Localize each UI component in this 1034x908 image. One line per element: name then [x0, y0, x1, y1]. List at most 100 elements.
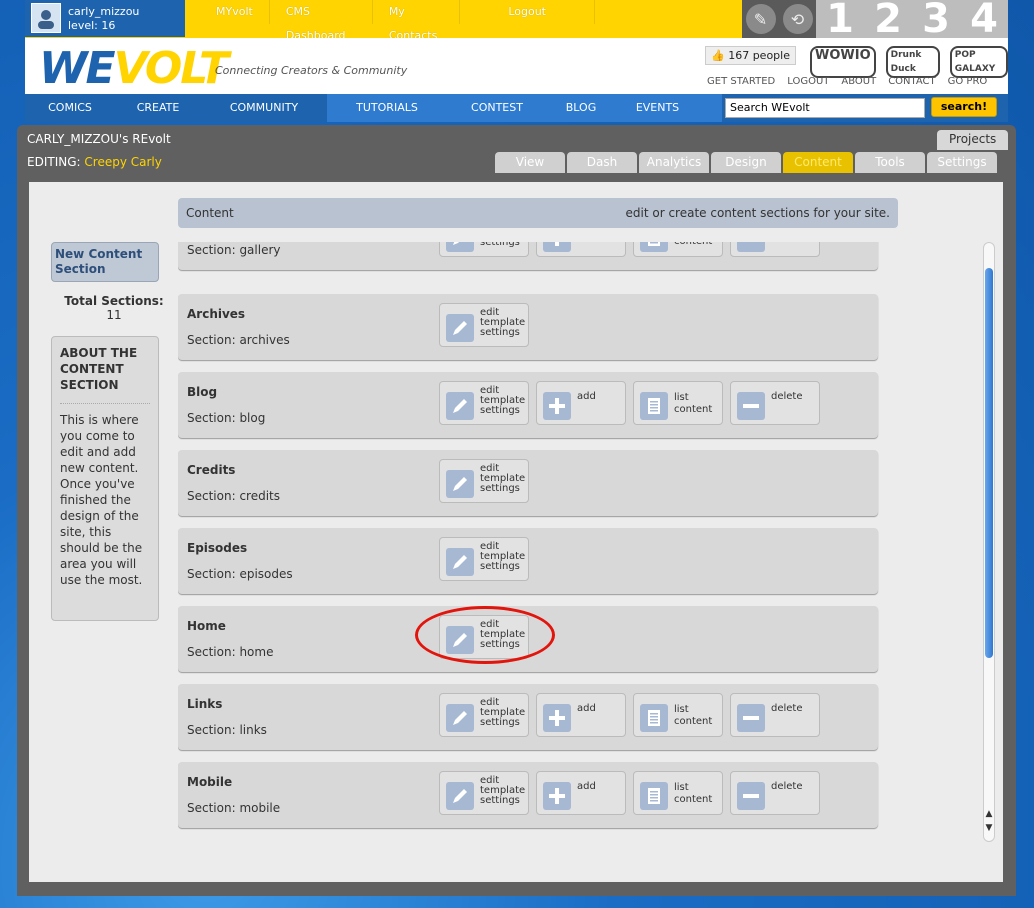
history-icon[interactable]: ⟲ [782, 4, 813, 34]
list-icon [640, 782, 668, 810]
projects-button[interactable]: Projects [937, 130, 1009, 150]
edit-template-button[interactable]: edit template settings [439, 537, 529, 581]
user-box[interactable]: carly_mizzou level: 16 [25, 0, 185, 37]
link-get-started[interactable]: GET STARTED [707, 76, 775, 87]
edit-template-button[interactable]: edit template settings [439, 381, 529, 425]
section-name: Links [187, 697, 223, 711]
wevolt-logo[interactable]: WEVOLT [39, 43, 229, 94]
level-number[interactable]: 1 [826, 0, 854, 39]
topnav-cms-dashboard[interactable]: CMS Dashboard [270, 0, 373, 42]
tab-content[interactable]: Content [783, 152, 853, 173]
list-content-button[interactable]: list content [633, 242, 723, 257]
link-contact[interactable]: CONTACT [888, 76, 935, 87]
delete-button[interactable]: delete [730, 381, 820, 425]
delete-button[interactable]: delete [730, 242, 820, 257]
delete-button[interactable]: delete [730, 693, 820, 737]
list-content-button[interactable]: list content [633, 771, 723, 815]
level-number[interactable]: 4 [970, 0, 998, 39]
add-button[interactable]: add [536, 693, 626, 737]
section-name: Blog [187, 385, 218, 399]
nav-comics[interactable]: COMICS [25, 94, 115, 122]
content-header-title: Content [186, 206, 234, 220]
topnav-logout[interactable]: Logout [460, 0, 595, 24]
edit-template-label: edit template settings [480, 242, 520, 248]
add-button[interactable]: add [536, 242, 626, 257]
nav-contest[interactable]: CONTEST [447, 94, 547, 122]
partner-logos: WOWIO Drunk Duck POP GALAXY [810, 46, 1008, 78]
plus-icon [543, 782, 571, 810]
minus-icon [737, 242, 765, 252]
pop-galaxy-logo[interactable]: POP GALAXY [949, 46, 1008, 78]
add-label: add [577, 703, 596, 714]
about-text: This is where you come to edit and add n… [60, 413, 143, 587]
topnav-my-contacts[interactable]: My Contacts [373, 0, 461, 42]
tab-view[interactable]: View [495, 152, 565, 173]
project-name[interactable]: Creepy Carly [84, 155, 161, 169]
tab-tools[interactable]: Tools [855, 152, 925, 173]
content-area: Content edit or create content sections … [29, 182, 1003, 882]
add-button[interactable]: add [536, 771, 626, 815]
content-header: Content edit or create content sections … [178, 198, 898, 228]
section-row: Links Section: links edit template setting… [178, 684, 878, 750]
edit-template-button[interactable]: edit template settings [439, 242, 529, 257]
edit-template-button[interactable]: edit template settings [439, 693, 529, 737]
edit-template-button[interactable]: edit template settings [439, 303, 529, 347]
section-id: Section: blog [187, 411, 266, 425]
avatar[interactable] [31, 3, 61, 33]
like-badge[interactable]: 👍 167 people [705, 46, 796, 65]
section-list: Section: gallery edit template settings ad… [178, 242, 890, 842]
new-content-section-button[interactable]: New Content Section [51, 242, 159, 282]
tab-design[interactable]: Design [711, 152, 781, 173]
list-content-button[interactable]: list content [633, 693, 723, 737]
delete-button[interactable]: delete [730, 771, 820, 815]
wowio-logo[interactable]: WOWIO [810, 46, 876, 78]
tagline: Connecting Creators & Community [215, 64, 408, 77]
drunk-duck-logo[interactable]: Drunk Duck [885, 46, 940, 78]
tab-analytics[interactable]: Analytics [639, 152, 709, 173]
section-id: Section: credits [187, 489, 280, 503]
list-icon [640, 242, 668, 252]
editing-prefix: EDITING: [27, 155, 81, 169]
total-label: Total Sections: [64, 294, 164, 308]
link-about[interactable]: ABOUT [841, 76, 876, 87]
pencil-icon [446, 548, 474, 576]
total-count: 11 [106, 308, 122, 322]
nav-tutorials[interactable]: TUTORIALS [327, 94, 447, 122]
link-logout[interactable]: LOGOUT [787, 76, 829, 87]
link-go-pro[interactable]: GO PRO [948, 76, 988, 87]
delete-label: delete [771, 781, 803, 792]
scroll-down-icon[interactable]: ▼ [984, 823, 994, 833]
edit-template-button[interactable]: edit template settings [439, 771, 529, 815]
edit-template-button[interactable]: edit template settings [439, 459, 529, 503]
edit-template-label: edit template settings [480, 775, 526, 806]
nav-events[interactable]: EVENTS [615, 94, 700, 122]
list-content-button[interactable]: list content [633, 381, 723, 425]
about-box: ABOUT THE CONTENT SECTION This is where … [51, 336, 159, 621]
username[interactable]: carly_mizzou [68, 5, 139, 18]
add-button[interactable]: add [536, 381, 626, 425]
pencil-icon[interactable]: ✎ [745, 4, 776, 34]
top-nav: MYvolt CMS Dashboard My Contacts Logout [200, 0, 595, 42]
scroll-up-icon[interactable]: ▲ [984, 809, 994, 819]
nav-community[interactable]: COMMUNITY [201, 94, 327, 122]
list-icon [640, 704, 668, 732]
tab-dash[interactable]: Dash [567, 152, 637, 173]
section-row: Section: gallery edit template settings ad… [178, 242, 878, 270]
pencil-icon [446, 242, 474, 252]
pencil-icon [446, 470, 474, 498]
pencil-icon [446, 314, 474, 342]
scrollbar[interactable]: ▲ ▼ [983, 242, 995, 842]
nav-blog[interactable]: BLOG [547, 94, 615, 122]
scrollbar-thumb[interactable] [985, 268, 993, 658]
level-number[interactable]: 2 [874, 0, 902, 39]
level-number[interactable]: 3 [922, 0, 950, 39]
tab-settings[interactable]: Settings [927, 152, 997, 173]
edit-template-label: edit template settings [480, 541, 526, 572]
nav-create[interactable]: CREATE [115, 94, 201, 122]
delete-label: delete [771, 391, 803, 402]
search-input[interactable]: Search WEvolt [725, 98, 925, 118]
content-header-desc: edit or create content sections for your… [625, 206, 891, 220]
section-row: Blog Section: blog edit template settings a… [178, 372, 878, 438]
topnav-myvolt[interactable]: MYvolt [200, 0, 270, 24]
search-button[interactable]: search! [931, 97, 997, 117]
